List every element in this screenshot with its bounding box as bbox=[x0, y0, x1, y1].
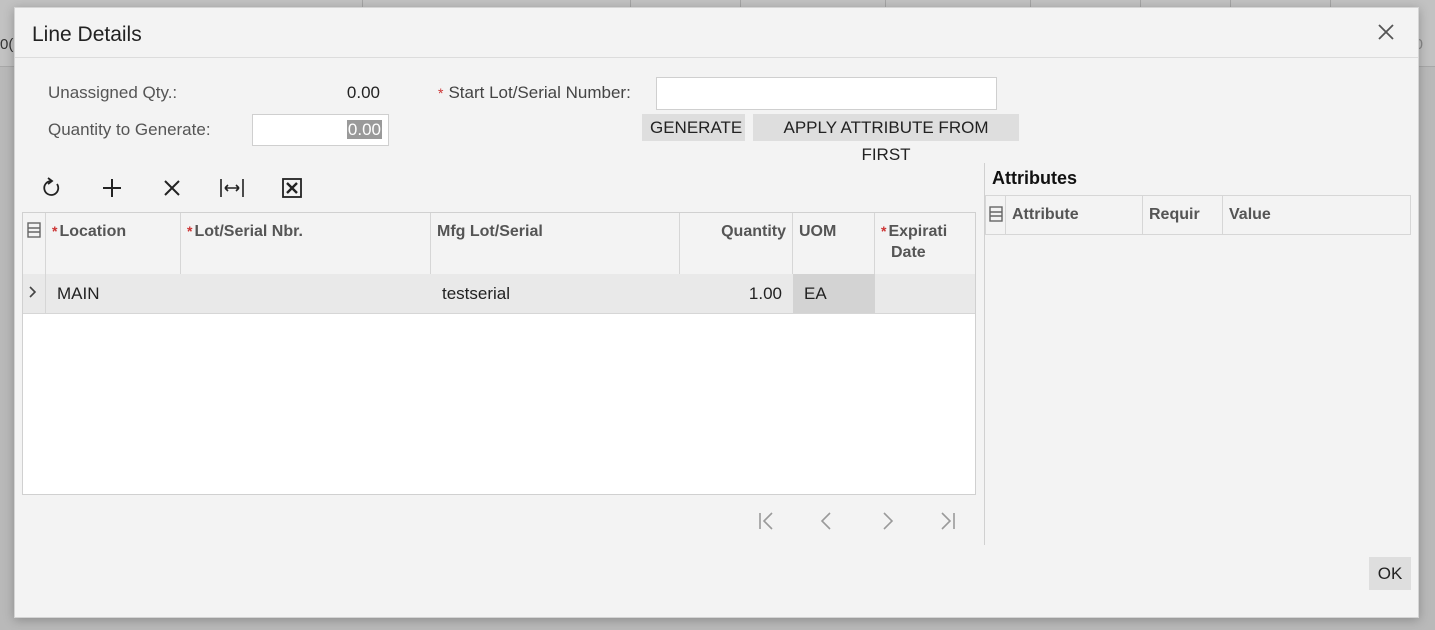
ok-button[interactable]: OK bbox=[1369, 557, 1411, 590]
refresh-icon[interactable] bbox=[37, 175, 67, 201]
unassigned-qty-label: Unassigned Qty.: bbox=[48, 83, 178, 102]
backdrop-text-left: 0( bbox=[0, 36, 14, 53]
lot-serial-grid: * Location * Lot/Serial Nbr. Mfg Lot/Seria… bbox=[22, 212, 976, 495]
close-icon[interactable] bbox=[1376, 22, 1396, 42]
column-header-mfg-lot-serial-label: Mfg Lot/Serial bbox=[437, 223, 543, 240]
cell-quantity[interactable]: 1.00 bbox=[680, 274, 793, 313]
dialog-title: Line Details bbox=[32, 23, 142, 46]
last-page-icon[interactable] bbox=[937, 511, 957, 531]
cell-expiration-date[interactable] bbox=[875, 274, 975, 313]
required-marker: * bbox=[438, 85, 444, 101]
next-page-icon[interactable] bbox=[877, 511, 897, 531]
cell-lot-serial[interactable] bbox=[181, 274, 431, 313]
add-icon[interactable] bbox=[97, 175, 127, 201]
column-header-lot-serial[interactable]: * Lot/Serial Nbr. bbox=[181, 213, 431, 274]
row-expand-icon[interactable] bbox=[23, 274, 46, 313]
export-excel-icon[interactable] bbox=[277, 175, 307, 201]
column-settings-icon[interactable] bbox=[23, 213, 46, 274]
grid-header: * Location * Lot/Serial Nbr. Mfg Lot/Seria… bbox=[23, 213, 975, 275]
column-header-uom-label: UOM bbox=[799, 223, 837, 240]
column-header-expiration-date[interactable]: * Expirati Date bbox=[875, 213, 975, 274]
apply-attribute-from-first-button[interactable]: APPLY ATTRIBUTE FROM FIRST bbox=[753, 114, 1019, 164]
required-marker: * bbox=[881, 223, 887, 239]
cell-uom[interactable]: EA bbox=[793, 274, 875, 313]
required-marker: * bbox=[187, 223, 193, 239]
column-header-mfg-lot-serial[interactable]: Mfg Lot/Serial bbox=[431, 213, 680, 274]
column-header-expiration-label-2: Date bbox=[891, 244, 926, 261]
quantity-to-generate-input[interactable]: 0.00 bbox=[252, 114, 389, 146]
column-header-lot-serial-label: Lot/Serial Nbr. bbox=[194, 223, 303, 240]
column-header-location[interactable]: * Location bbox=[46, 213, 181, 274]
generate-button[interactable]: GENERATE bbox=[642, 114, 745, 141]
table-row[interactable]: MAIN testserial 1.00 EA bbox=[23, 274, 975, 314]
first-page-icon[interactable] bbox=[757, 511, 777, 531]
start-lot-serial-label-text: Start Lot/Serial Number: bbox=[448, 83, 631, 102]
start-lot-serial-label: * Start Lot/Serial Number: bbox=[438, 83, 631, 103]
column-header-uom[interactable]: UOM bbox=[793, 213, 875, 274]
attributes-column-required[interactable]: Requir bbox=[1143, 196, 1223, 234]
cell-mfg-lot-serial[interactable]: testserial bbox=[431, 274, 680, 313]
required-marker: * bbox=[52, 223, 58, 239]
attributes-column-value[interactable]: Value bbox=[1223, 196, 1410, 234]
previous-page-icon[interactable] bbox=[817, 511, 837, 531]
delete-icon[interactable] bbox=[157, 175, 187, 201]
quantity-to-generate-label: Quantity to Generate: bbox=[48, 120, 211, 139]
attributes-column-settings-icon[interactable] bbox=[986, 196, 1006, 234]
fit-columns-icon[interactable] bbox=[217, 175, 247, 201]
start-lot-serial-input[interactable] bbox=[656, 77, 997, 110]
column-header-quantity-label: Quantity bbox=[721, 223, 786, 240]
cell-location[interactable]: MAIN bbox=[46, 274, 181, 313]
attributes-title: Attributes bbox=[992, 168, 1077, 188]
attributes-column-attribute[interactable]: Attribute bbox=[1006, 196, 1143, 234]
column-header-quantity[interactable]: Quantity bbox=[680, 213, 793, 274]
unassigned-qty-value: 0.00 bbox=[346, 83, 380, 102]
line-details-dialog: Line Details Unassigned Qty.: 0.00 Quant… bbox=[14, 7, 1419, 618]
quantity-to-generate-selected-text: 0.00 bbox=[346, 120, 382, 139]
attributes-grid-header: Attribute Requir Value bbox=[985, 195, 1411, 235]
dialog-header: Line Details bbox=[15, 8, 1418, 58]
column-header-location-label: Location bbox=[59, 223, 127, 240]
column-header-expiration-label: Expirati bbox=[888, 223, 948, 240]
